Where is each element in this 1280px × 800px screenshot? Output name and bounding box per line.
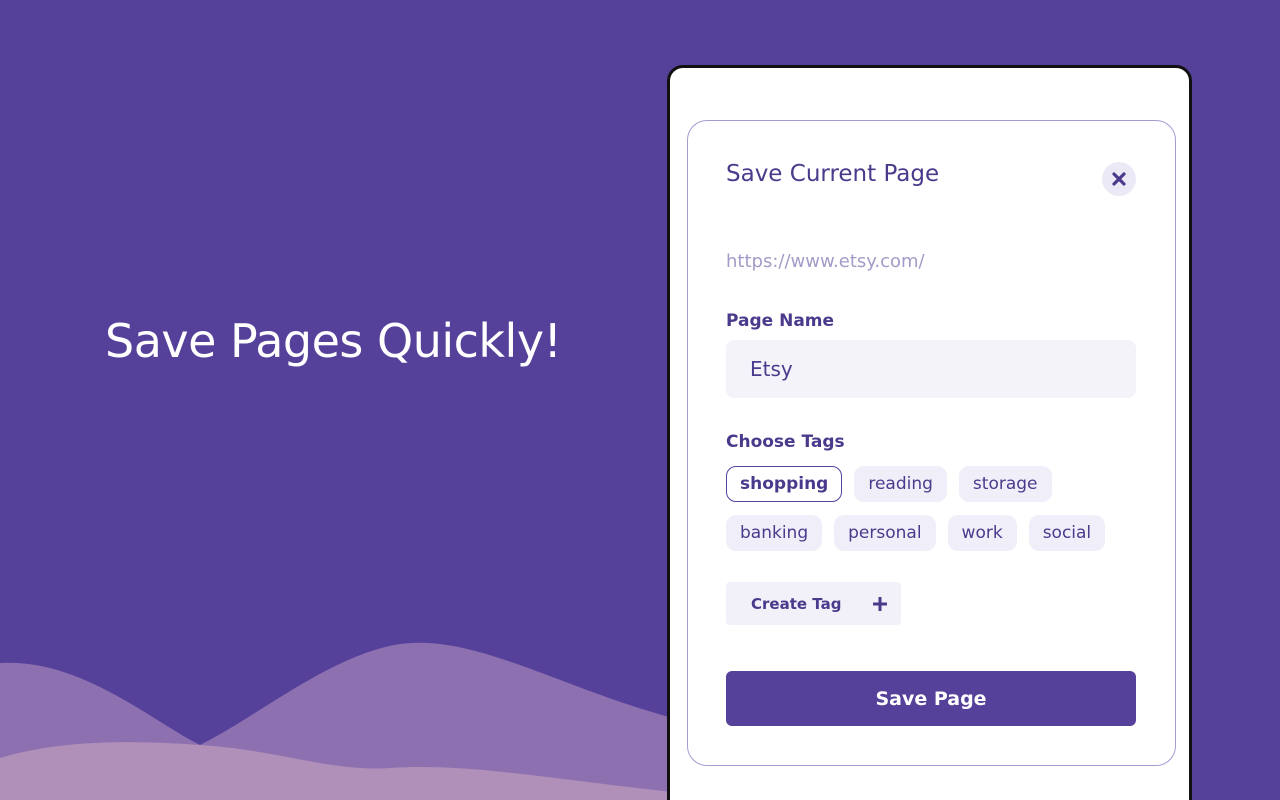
create-tag-label: Create Tag: [751, 594, 842, 613]
popup-title: Save Current Page: [726, 161, 940, 187]
tag-chip-work[interactable]: work: [947, 515, 1017, 551]
tag-chip-banking[interactable]: banking: [726, 515, 823, 551]
hero-headline: Save Pages Quickly!: [105, 314, 562, 368]
decorative-waves: [0, 642, 700, 800]
tag-chip-social[interactable]: social: [1028, 515, 1106, 551]
tag-chip-reading[interactable]: reading: [854, 466, 947, 502]
close-icon: [1112, 172, 1126, 186]
choose-tags-label: Choose Tags: [726, 432, 845, 452]
save-page-popup: Save Current Page https://www.etsy.com/ …: [687, 120, 1176, 766]
create-tag-button[interactable]: Create Tag: [726, 582, 901, 625]
plus-icon: [873, 596, 887, 611]
close-button[interactable]: [1102, 162, 1136, 196]
tag-chip-shopping[interactable]: shopping: [726, 466, 843, 502]
page-name-label: Page Name: [726, 311, 835, 331]
page-url: https://www.etsy.com/: [726, 251, 925, 272]
tag-row: shopping reading storage: [726, 466, 1052, 502]
tag-chip-storage[interactable]: storage: [958, 466, 1052, 502]
page-name-input[interactable]: [726, 340, 1136, 398]
save-page-button[interactable]: Save Page: [726, 671, 1136, 726]
tag-chip-personal[interactable]: personal: [834, 515, 936, 551]
tag-row: banking personal work social: [726, 515, 1106, 551]
promo-stage: Save Pages Quickly! Save Current Page ht…: [0, 0, 1280, 800]
